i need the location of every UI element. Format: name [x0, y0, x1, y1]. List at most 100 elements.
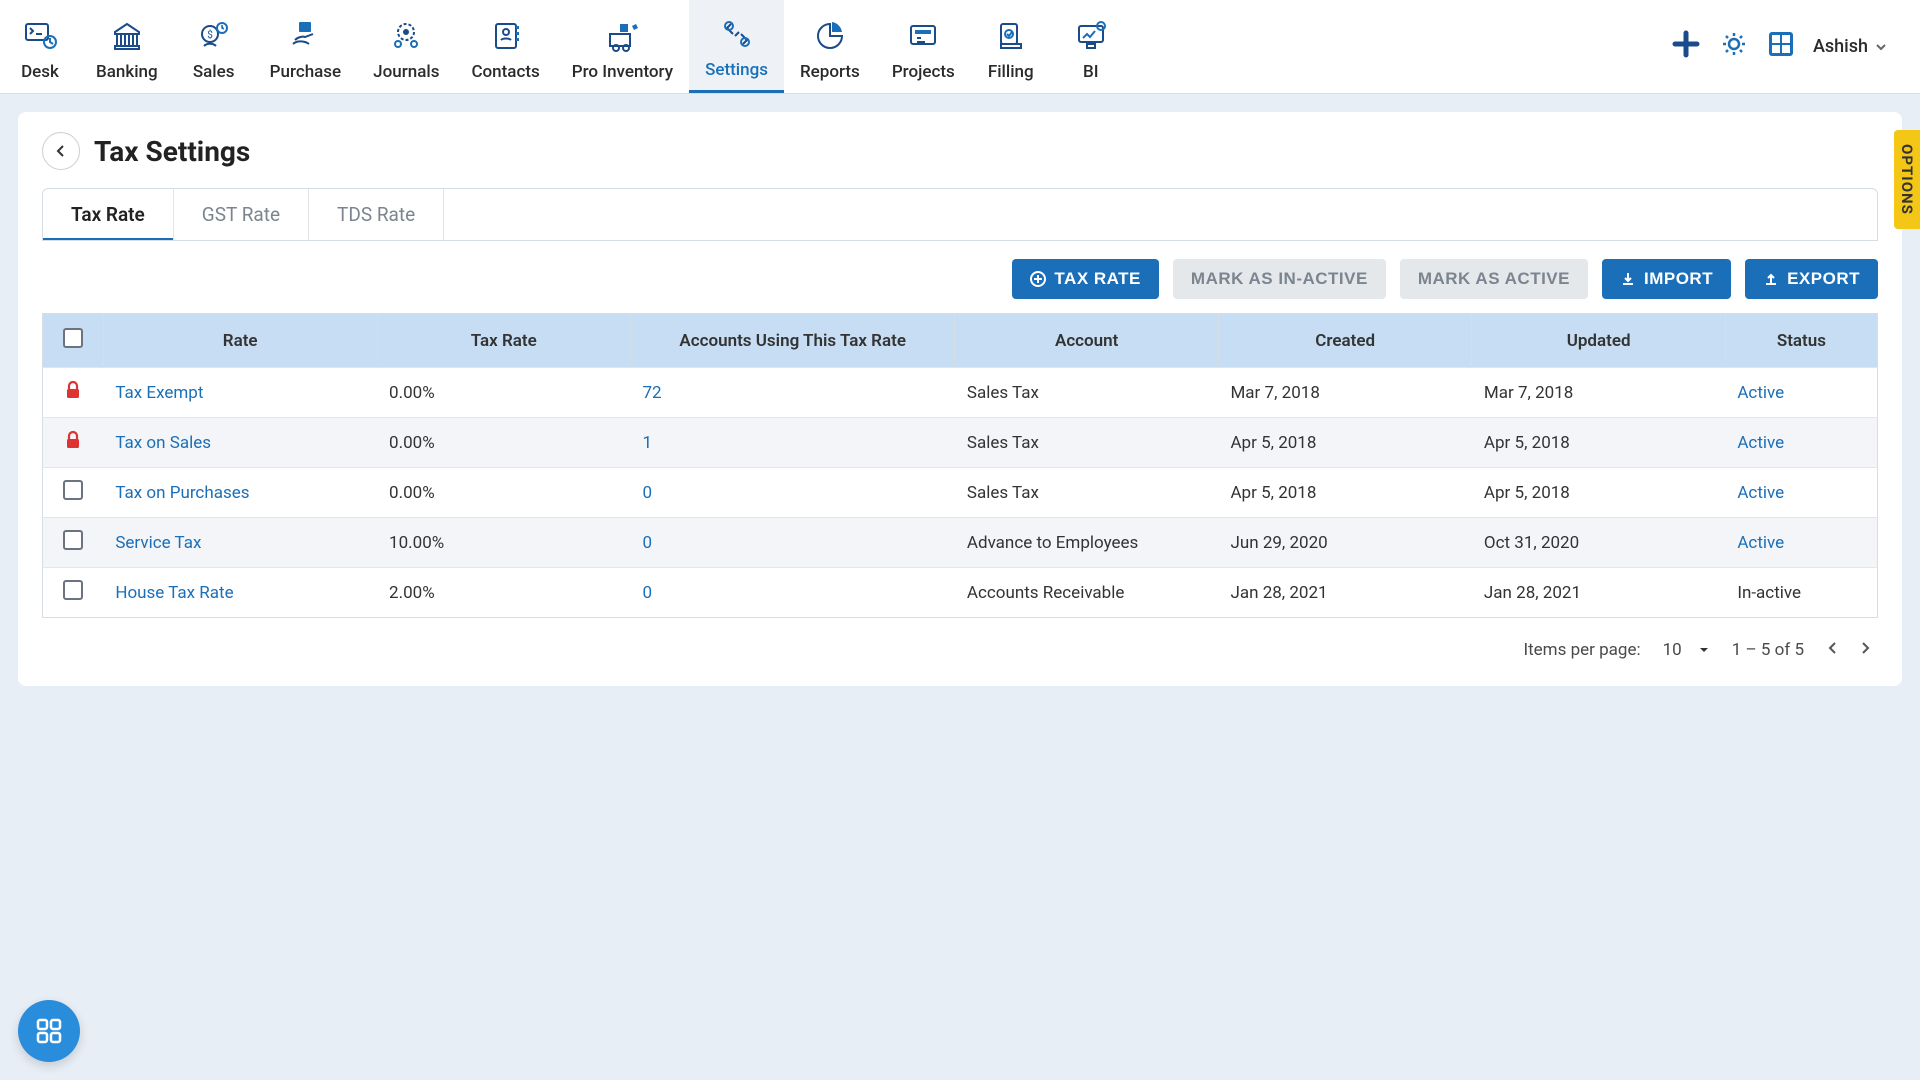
th-status[interactable]: Status — [1725, 314, 1877, 368]
th-tax-rate[interactable]: Tax Rate — [377, 314, 630, 368]
table-row: Tax on Purchases 0.00% 0 Sales TaxApr 5, 20… — [43, 468, 1878, 518]
cell-tax-rate: 0.00% — [377, 418, 630, 468]
lock-icon — [63, 385, 83, 405]
status-link[interactable]: Active — [1737, 533, 1784, 553]
purchase-icon — [285, 16, 325, 56]
back-button[interactable] — [42, 132, 80, 170]
prev-page-button[interactable] — [1826, 640, 1840, 660]
nav-item-projects[interactable]: Projects — [876, 0, 971, 93]
import-button[interactable]: IMPORT — [1602, 259, 1731, 299]
th-rate[interactable]: Rate — [103, 314, 377, 368]
tax-rate-button[interactable]: TAX RATE — [1012, 259, 1158, 299]
status-link[interactable]: Active — [1737, 483, 1784, 503]
table-row: House Tax Rate2.00%0Accounts ReceivableJ… — [43, 568, 1878, 618]
cell-updated: Oct 31, 2020 — [1472, 518, 1725, 568]
rate-link[interactable]: Service Tax — [115, 533, 201, 553]
accounts-link[interactable]: 72 — [642, 383, 661, 403]
th-updated[interactable]: Updated — [1472, 314, 1725, 368]
tab-tax-rate[interactable]: Tax Rate — [43, 189, 174, 240]
nav-item-contacts[interactable]: Contacts — [455, 0, 555, 93]
tab-tds-rate[interactable]: TDS Rate — [309, 189, 444, 240]
nav-items: Desk Banking $ Sales Purchase — [0, 0, 1131, 93]
mark-active-button[interactable]: MARK AS ACTIVE — [1400, 259, 1588, 299]
pagination-range: 1 – 5 of 5 — [1732, 640, 1804, 660]
nav-item-sales[interactable]: $ Sales — [174, 0, 254, 93]
inventory-icon — [602, 16, 642, 56]
user-menu[interactable]: Ashish — [1813, 36, 1888, 57]
button-label: IMPORT — [1644, 269, 1713, 289]
chevron-right-icon — [1858, 641, 1872, 655]
mark-inactive-button[interactable]: MARK AS IN-ACTIVE — [1173, 259, 1386, 299]
bi-icon — [1071, 16, 1111, 56]
pagination: Items per page: 10 1 – 5 of 5 — [18, 628, 1902, 686]
rate-link[interactable]: Tax Exempt — [115, 383, 203, 403]
export-button[interactable]: EXPORT — [1745, 259, 1878, 299]
rate-link[interactable]: Tax on Sales — [115, 433, 211, 453]
status-link[interactable]: Active — [1737, 383, 1784, 403]
cell-created: Jun 29, 2020 — [1218, 518, 1471, 568]
th-account[interactable]: Account — [955, 314, 1219, 368]
nav-right: Ashish — [1671, 0, 1910, 93]
action-bar: TAX RATE MARK AS IN-ACTIVE MARK AS ACTIV… — [18, 241, 1902, 313]
cell-account: Sales Tax — [955, 468, 1219, 518]
svg-text:$: $ — [207, 28, 213, 41]
chevron-left-icon — [1826, 641, 1840, 655]
cell-updated: Mar 7, 2018 — [1472, 368, 1725, 418]
nav-label: Settings — [705, 60, 768, 80]
nav-item-settings[interactable]: Settings — [689, 0, 784, 93]
button-label: TAX RATE — [1054, 269, 1140, 289]
cell-created: Apr 5, 2018 — [1218, 468, 1471, 518]
cell-tax-rate: 10.00% — [377, 518, 630, 568]
items-per-page-select[interactable]: 10 — [1663, 640, 1710, 660]
nav-item-bi[interactable]: BI — [1051, 0, 1131, 93]
status-link[interactable]: Active — [1737, 433, 1784, 453]
tab-gst-rate[interactable]: GST Rate — [174, 189, 309, 240]
accounts-link[interactable]: 0 — [642, 533, 652, 553]
cell-created: Mar 7, 2018 — [1218, 368, 1471, 418]
row-checkbox[interactable] — [63, 530, 83, 550]
table-row: Tax on Sales0.00%1Sales TaxApr 5, 2018Ap… — [43, 418, 1878, 468]
nav-label: Purchase — [270, 62, 342, 82]
cell-account: Sales Tax — [955, 368, 1219, 418]
nav-label: Banking — [96, 62, 158, 82]
nav-item-banking[interactable]: Banking — [80, 0, 174, 93]
cell-tax-rate: 0.00% — [377, 468, 630, 518]
cell-account: Accounts Receivable — [955, 568, 1219, 618]
select-all-checkbox[interactable] — [63, 328, 83, 348]
user-name: Ashish — [1813, 36, 1868, 57]
nav-item-filling[interactable]: Filling — [971, 0, 1051, 93]
nav-item-desk[interactable]: Desk — [0, 0, 80, 93]
apps-fab[interactable] — [18, 1000, 80, 1062]
accounts-link[interactable]: 1 — [642, 433, 652, 453]
download-icon — [1620, 271, 1636, 287]
table-row: Service Tax10.00%0Advance to EmployeesJu… — [43, 518, 1878, 568]
row-checkbox[interactable] — [63, 580, 83, 600]
accounts-link[interactable]: 0 — [642, 583, 652, 603]
rate-link[interactable]: House Tax Rate — [115, 583, 233, 603]
nav-label: Desk — [21, 62, 59, 82]
contacts-icon — [486, 16, 526, 56]
cell-updated: Apr 5, 2018 — [1472, 418, 1725, 468]
cell-account: Sales Tax — [955, 418, 1219, 468]
nav-item-reports[interactable]: Reports — [784, 0, 876, 93]
row-checkbox[interactable] — [63, 480, 83, 500]
journals-icon — [386, 16, 426, 56]
nav-item-pro-inventory[interactable]: Pro Inventory — [556, 0, 689, 93]
nav-label: Contacts — [471, 62, 539, 82]
add-icon[interactable] — [1671, 29, 1701, 64]
table-header-row: Rate Tax Rate Accounts Using This Tax Ra… — [43, 314, 1878, 368]
th-accounts-using[interactable]: Accounts Using This Tax Rate — [630, 314, 954, 368]
filling-icon — [991, 16, 1031, 56]
next-page-button[interactable] — [1858, 640, 1872, 660]
nav-label: BI — [1083, 62, 1099, 82]
accounts-link[interactable]: 0 — [642, 483, 652, 503]
nav-item-journals[interactable]: Journals — [357, 0, 455, 93]
nav-label: Pro Inventory — [572, 62, 673, 82]
rate-link[interactable]: Tax on Purchases — [115, 483, 249, 503]
gear-icon[interactable] — [1719, 29, 1749, 64]
settings-icon — [717, 14, 757, 54]
calculator-icon[interactable] — [1767, 30, 1795, 63]
th-created[interactable]: Created — [1218, 314, 1471, 368]
options-tab[interactable]: OPTIONS — [1894, 130, 1920, 229]
nav-item-purchase[interactable]: Purchase — [254, 0, 358, 93]
